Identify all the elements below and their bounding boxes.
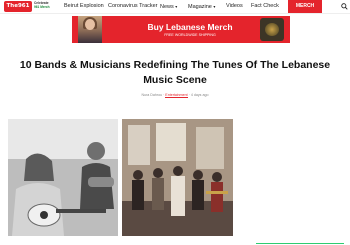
celebrate-badge[interactable]: Celebrate 961 Merch xyxy=(34,1,56,12)
badge-line-2: 961 Merch xyxy=(34,5,50,9)
nav-videos[interactable]: Videos xyxy=(226,0,243,13)
banner-subtitle: FREE WORLDWIDE SHIPPING xyxy=(164,33,216,37)
chevron-down-icon: ▾ xyxy=(213,4,216,9)
category-link[interactable]: Entertainment xyxy=(165,93,188,98)
band-photo-illustration xyxy=(122,119,233,236)
search-icon[interactable] xyxy=(341,3,348,10)
article-image-band xyxy=(122,119,233,236)
nav-magazine[interactable]: Magazine ▾ xyxy=(188,0,215,13)
author-name[interactable]: Nura Dahrou xyxy=(142,93,163,97)
banner-product-image xyxy=(260,18,284,41)
nav-coronavirus-tracker[interactable]: Coronavirus Tracker xyxy=(108,0,158,13)
site-logo[interactable]: The961 xyxy=(4,1,32,12)
chevron-down-icon: ▾ xyxy=(175,4,178,9)
article-byline: Nura Dahrou · Entertainment · 4 days ago xyxy=(0,93,350,98)
merch-banner-ad[interactable]: Buy Lebanese Merch FREE WORLDWIDE SHIPPI… xyxy=(72,16,290,43)
sidebar-ad-space xyxy=(244,119,344,236)
nav-magazine-label: Magazine xyxy=(188,4,212,10)
publish-time: 4 days ago xyxy=(190,93,209,97)
article-title: 10 Bands & Musicians Redefining The Tune… xyxy=(19,59,331,86)
nav-news-label: News xyxy=(160,4,174,10)
sidebar-accent-line xyxy=(256,243,344,244)
banner-model-photo xyxy=(78,16,102,43)
nav-beirut-explosion[interactable]: Beirut Explosion xyxy=(64,0,104,13)
nav-fact-check[interactable]: Fact Check xyxy=(251,0,279,13)
banner-title: Buy Lebanese Merch xyxy=(147,22,233,32)
article-image-duo xyxy=(8,119,118,236)
top-navigation-bar: The961 Celebrate 961 Merch Beirut Explos… xyxy=(0,0,350,14)
nav-news[interactable]: News ▾ xyxy=(160,0,177,13)
duo-photo-illustration xyxy=(8,119,118,236)
merch-button[interactable]: MERCH xyxy=(288,0,322,13)
